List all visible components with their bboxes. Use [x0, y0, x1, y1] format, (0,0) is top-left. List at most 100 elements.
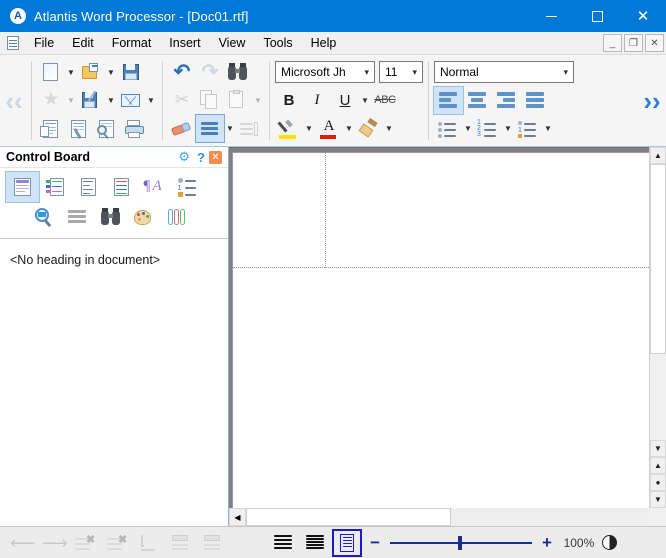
redo-button[interactable]: ↷ — [196, 59, 224, 86]
menu-item-edit[interactable]: Edit — [63, 33, 103, 53]
text-wrap-button[interactable] — [236, 115, 264, 142]
scroll-up-button[interactable]: ▲ — [650, 147, 666, 164]
strikethrough-button[interactable]: ABC — [371, 87, 399, 114]
favorites-dropdown[interactable]: ▼ — [65, 87, 77, 114]
align-left-button[interactable] — [434, 87, 463, 114]
scroll-down-button[interactable]: ▼ — [650, 440, 666, 457]
font-color-button[interactable]: A — [315, 115, 343, 142]
highlight-color-dropdown[interactable]: ▼ — [303, 115, 315, 142]
paragraph-marks-dropdown[interactable]: ▼ — [224, 115, 236, 142]
save-as-dropdown[interactable]: ▼ — [105, 87, 117, 114]
headings-tab-button[interactable] — [6, 172, 39, 202]
styles-tab-button[interactable] — [39, 172, 72, 202]
page-setup-button[interactable] — [37, 115, 65, 142]
zoom-out-button[interactable]: − — [366, 533, 384, 553]
window-minimize-button[interactable] — [528, 0, 574, 32]
draft-view-button[interactable] — [302, 531, 328, 555]
select-browse-object-button[interactable]: ● — [650, 474, 666, 491]
underline-dropdown[interactable]: ▼ — [359, 87, 371, 114]
save-button[interactable] — [117, 59, 145, 86]
open-document-dropdown[interactable]: ▼ — [105, 59, 117, 86]
window-close-button[interactable]: ✕ — [620, 0, 666, 32]
document-canvas[interactable] — [229, 147, 649, 508]
new-document-dropdown[interactable]: ▼ — [65, 59, 77, 86]
forward-button[interactable]: ⟶ — [38, 530, 68, 556]
menu-item-tools[interactable]: Tools — [254, 33, 301, 53]
print-preview-button[interactable] — [93, 115, 121, 142]
close-icon[interactable]: ✕ — [209, 151, 222, 164]
vertical-scroll-thumb[interactable] — [650, 164, 666, 354]
toolbar-scroll-left-button[interactable]: ‹‹ — [0, 57, 28, 144]
document-options-button[interactable] — [65, 115, 93, 142]
font-color-dropdown[interactable]: ▼ — [343, 115, 355, 142]
contrast-icon[interactable] — [602, 535, 617, 550]
font-size-combo[interactable]: 11 ▾ — [379, 61, 423, 83]
bullet-list-button[interactable] — [434, 115, 462, 142]
bullet-list-dropdown[interactable]: ▼ — [462, 115, 474, 142]
format-painter-dropdown[interactable]: ▼ — [383, 115, 395, 142]
normal-view-button[interactable] — [270, 531, 296, 555]
vertical-scroll-track[interactable] — [650, 164, 666, 440]
paragraph-marks-button[interactable] — [196, 115, 224, 142]
previous-page-button[interactable]: ▲ — [650, 457, 666, 474]
menu-item-view[interactable]: View — [210, 33, 255, 53]
preview-button[interactable] — [28, 202, 61, 232]
find-navigate-button[interactable] — [94, 202, 127, 232]
save-as-button[interactable] — [77, 87, 105, 114]
menu-item-file[interactable]: File — [25, 33, 63, 53]
toolbar-scroll-right-button[interactable]: ›› — [638, 57, 666, 144]
multilevel-list-dropdown[interactable]: ▼ — [542, 115, 554, 142]
document-icon[interactable] — [5, 35, 21, 51]
mdi-close-button[interactable]: ✕ — [645, 34, 664, 52]
bold-button[interactable]: B — [275, 87, 303, 114]
delete-paragraph-button[interactable]: ✖ — [102, 530, 132, 556]
window-maximize-button[interactable] — [574, 0, 620, 32]
help-question-icon[interactable]: ? — [193, 150, 209, 165]
back-button[interactable]: ⟵ — [6, 530, 36, 556]
italic-button[interactable]: I — [303, 87, 331, 114]
menu-item-insert[interactable]: Insert — [160, 33, 209, 53]
underline-button[interactable]: U — [331, 87, 359, 114]
page-layout-view-button[interactable] — [334, 531, 360, 555]
zoom-in-button[interactable]: + — [538, 533, 556, 553]
undo-button[interactable]: ↶ — [168, 59, 196, 86]
split-bottom-button[interactable] — [198, 530, 228, 556]
gear-icon[interactable]: ⚙ — [175, 149, 193, 165]
scroll-left-button[interactable]: ◀ — [229, 508, 246, 526]
numbered-list-dropdown[interactable]: ▼ — [502, 115, 514, 142]
numbered-list-button[interactable]: 1 2 3 — [474, 115, 502, 142]
paste-dropdown[interactable]: ▼ — [252, 87, 264, 114]
email-button[interactable] — [117, 87, 145, 114]
palette-button[interactable] — [127, 202, 160, 232]
delete-line-button[interactable]: ✖ — [70, 530, 100, 556]
font-name-combo[interactable]: Microsoft Jh ▾ — [275, 61, 375, 83]
horizontal-scroll-track[interactable] — [246, 508, 649, 526]
next-page-button[interactable]: ▼ — [650, 491, 666, 508]
email-dropdown[interactable]: ▼ — [145, 87, 157, 114]
paste-button[interactable] — [224, 87, 252, 114]
document-map-button[interactable] — [72, 172, 105, 202]
copy-button[interactable] — [196, 87, 224, 114]
mdi-restore-button[interactable]: ❐ — [624, 34, 643, 52]
numbering-tab-button[interactable]: 1 — [171, 172, 204, 202]
zoom-slider-knob[interactable] — [458, 536, 462, 550]
highlight-color-button[interactable] — [275, 115, 303, 142]
find-button[interactable] — [224, 59, 252, 86]
clips-button[interactable] — [160, 202, 193, 232]
document-page[interactable] — [232, 152, 649, 508]
formatting-tab-button[interactable] — [105, 172, 138, 202]
vertical-scrollbar[interactable]: ▲ ▼ ▲ ● ▼ — [649, 147, 666, 508]
horizontal-scrollbar[interactable]: ◀ — [229, 508, 666, 526]
align-justify-button[interactable] — [521, 87, 550, 114]
spelling-tab-button[interactable]: ¶ A — [138, 172, 171, 202]
new-document-button[interactable] — [37, 59, 65, 86]
merge-paragraph-button[interactable] — [134, 530, 164, 556]
zoom-slider[interactable] — [390, 536, 532, 550]
open-document-button[interactable] — [77, 59, 105, 86]
align-right-button[interactable] — [492, 87, 521, 114]
favorites-button[interactable]: ★ — [37, 87, 65, 114]
horizontal-scroll-thumb[interactable] — [246, 508, 451, 526]
multilevel-list-button[interactable]: 1 — [514, 115, 542, 142]
align-center-button[interactable] — [463, 87, 492, 114]
print-button[interactable] — [121, 115, 149, 142]
